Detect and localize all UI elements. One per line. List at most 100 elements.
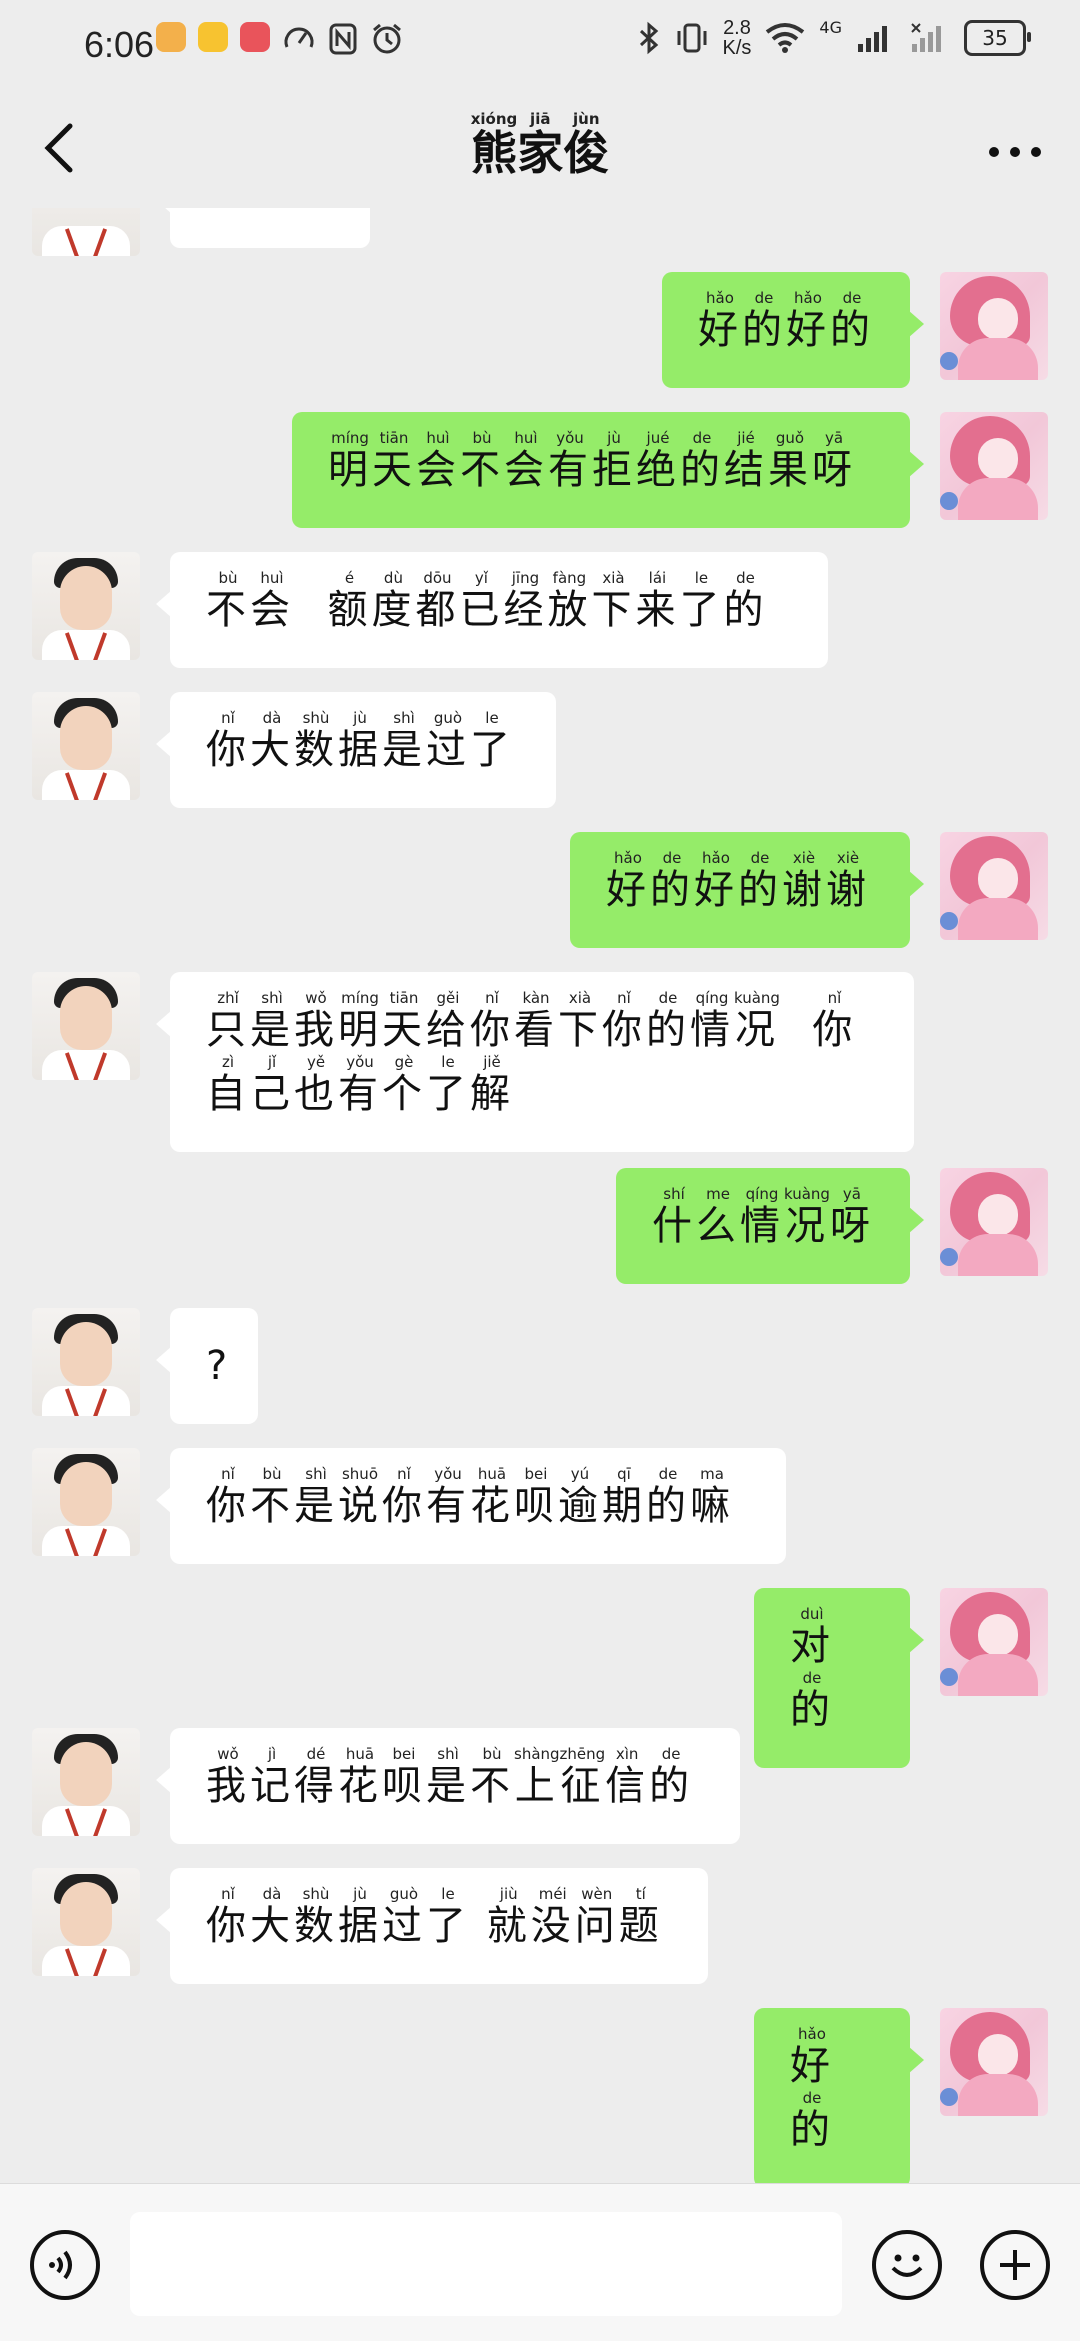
- ruby-char: 上shàng: [514, 1745, 560, 1809]
- hanzi: 什: [652, 1203, 696, 1249]
- input-bar: [0, 2183, 1080, 2341]
- chat-message-list[interactable]: 好hǎo的de好hǎo的de 明míng天tiān会huì不bù会huì有yǒu拒…: [0, 208, 1080, 2183]
- received-message[interactable]: 你nǐ不bù是shì说shuō你nǐ有yǒu花huā呗bei逾yú期qī的de嘛…: [156, 1448, 786, 1564]
- received-message[interactable]: 你nǐ大dà数shù据jù是shì过guò了le: [156, 692, 556, 808]
- contact-avatar[interactable]: [32, 1308, 140, 1416]
- emoji-button[interactable]: [872, 2230, 942, 2300]
- pinyin: de: [790, 2089, 834, 2107]
- contact-avatar[interactable]: [32, 692, 140, 800]
- ruby-char: 的de: [649, 1745, 693, 1809]
- hanzi: 你: [206, 1903, 250, 1949]
- hanzi: 的: [790, 2107, 834, 2153]
- ruby-char: 说shuō: [338, 1465, 382, 1529]
- my-avatar[interactable]: [940, 832, 1048, 940]
- pinyin: wǒ: [206, 1745, 250, 1763]
- hanzi: 会: [504, 447, 548, 493]
- sent-message[interactable]: 对duì的de: [754, 1588, 924, 1768]
- hanzi: 是: [294, 1483, 338, 1529]
- pinyin: yě: [294, 1053, 338, 1071]
- pinyin: huì: [504, 429, 548, 447]
- hanzi: 解: [470, 1071, 514, 1117]
- pinyin: guǒ: [768, 429, 812, 447]
- my-avatar[interactable]: [940, 272, 1048, 380]
- hanzi: 是: [250, 1007, 294, 1053]
- hanzi: 你: [812, 1007, 857, 1053]
- sent-message[interactable]: 好hǎo的de: [754, 2008, 924, 2183]
- contact-avatar[interactable]: [32, 208, 140, 256]
- contact-avatar[interactable]: [32, 1728, 140, 1836]
- sent-message[interactable]: 明míng天tiān会huì不bù会huì有yǒu拒jù绝jué的de结jié果…: [292, 412, 924, 528]
- hanzi: 你: [602, 1007, 646, 1053]
- avatar-accent: [940, 1248, 958, 1266]
- received-message[interactable]: 只zhǐ是shì我wǒ明míng天tiān给gěi你nǐ看kàn下xià你nǐ的…: [156, 972, 914, 1152]
- contact-avatar[interactable]: [32, 1868, 140, 1976]
- speedometer-icon: [284, 27, 314, 48]
- pinyin: hǎo: [606, 849, 650, 867]
- avatar-shirt: [42, 770, 130, 800]
- pinyin: de: [646, 989, 690, 1007]
- received-message[interactable]: 不bù会huì 额é度dù都dōu已yǐ经jīng放fàng下xià来lái了l…: [156, 552, 828, 668]
- hanzi: 嘛: [690, 1483, 734, 1529]
- pinyin: tiān: [372, 429, 416, 447]
- hanzi: 会: [250, 587, 294, 633]
- ruby-char: 俊jùn: [563, 110, 609, 180]
- received-message[interactable]: 我wǒ记jì得dé花huā呗bei是shì不bù上shàng征zhēng信xìn…: [156, 1728, 740, 1844]
- my-avatar[interactable]: [940, 1168, 1048, 1276]
- hanzi: 己: [250, 1071, 294, 1117]
- ruby-char: 已yǐ: [459, 569, 503, 633]
- emoji-icon: [891, 2254, 923, 2277]
- pinyin: nǐ: [470, 989, 514, 1007]
- hanzi: 况: [784, 1203, 830, 1249]
- message-input[interactable]: [130, 2212, 842, 2316]
- ruby-char: 是shì: [294, 1465, 338, 1529]
- hanzi: 放: [547, 587, 592, 633]
- plain-char: [294, 587, 327, 633]
- avatar-shirt: [42, 1386, 130, 1416]
- voice-button[interactable]: [30, 2230, 100, 2300]
- chat-title: 熊xióng家jiā俊jùn: [0, 110, 1080, 183]
- pinyin: de: [790, 1669, 834, 1687]
- hanzi: 天: [372, 447, 416, 493]
- ruby-char: 看kàn: [514, 989, 558, 1053]
- alarm-icon: [373, 23, 401, 54]
- ruby-char: 的de: [650, 849, 694, 913]
- sent-message[interactable]: 好hǎo的de好hǎo的de谢xiè谢xiè: [570, 832, 924, 948]
- hanzi: 也: [294, 1071, 338, 1117]
- more-button[interactable]: [980, 114, 1050, 184]
- ruby-char: 的de: [742, 289, 786, 353]
- hanzi: 呀: [829, 1203, 874, 1249]
- ruby-char: 明míng: [338, 989, 382, 1053]
- sent-message[interactable]: 好hǎo的de好hǎo的de: [662, 272, 924, 388]
- my-avatar[interactable]: [940, 2008, 1048, 2116]
- pinyin: jù: [338, 709, 382, 727]
- avatar-face: [978, 1194, 1018, 1236]
- pinyin: bei: [382, 1745, 426, 1763]
- pinyin: me: [696, 1185, 740, 1203]
- received-message[interactable]: 你nǐ大dà数shù据jù过guò了le 就jiù没méi问wèn题tí: [156, 1868, 708, 1984]
- contact-avatar[interactable]: [32, 552, 140, 660]
- pinyin: xióng: [470, 110, 518, 128]
- plain-char: [779, 1007, 812, 1053]
- my-avatar[interactable]: [940, 1588, 1048, 1696]
- pinyin: dōu: [415, 569, 460, 587]
- more-actions-button[interactable]: [980, 2230, 1050, 2300]
- ruby-char: 不bù: [470, 1745, 514, 1809]
- ruby-char: 花huā: [470, 1465, 514, 1529]
- pinyin: xià: [591, 569, 636, 587]
- contact-avatar[interactable]: [32, 972, 140, 1080]
- ruby-char: 解jiě: [470, 1053, 514, 1117]
- pinyin: yǒu: [548, 429, 592, 447]
- pinyin: hǎo: [694, 849, 738, 867]
- pinyin: qíng: [740, 1185, 784, 1203]
- ruby-char: 好hǎo: [698, 289, 742, 353]
- hanzi: 结: [724, 447, 768, 493]
- hanzi: 拒: [592, 447, 636, 493]
- received-message[interactable]: ?: [156, 1308, 258, 1424]
- my-avatar[interactable]: [940, 412, 1048, 520]
- contact-avatar[interactable]: [32, 1448, 140, 1556]
- sent-message[interactable]: 什shí么me情qíng况kuàng呀yā: [616, 1168, 924, 1284]
- message-bubble-partial[interactable]: [156, 208, 370, 248]
- avatar-shirt: [42, 630, 130, 660]
- pinyin: duì: [790, 1605, 834, 1623]
- pinyin: shì: [426, 1745, 470, 1763]
